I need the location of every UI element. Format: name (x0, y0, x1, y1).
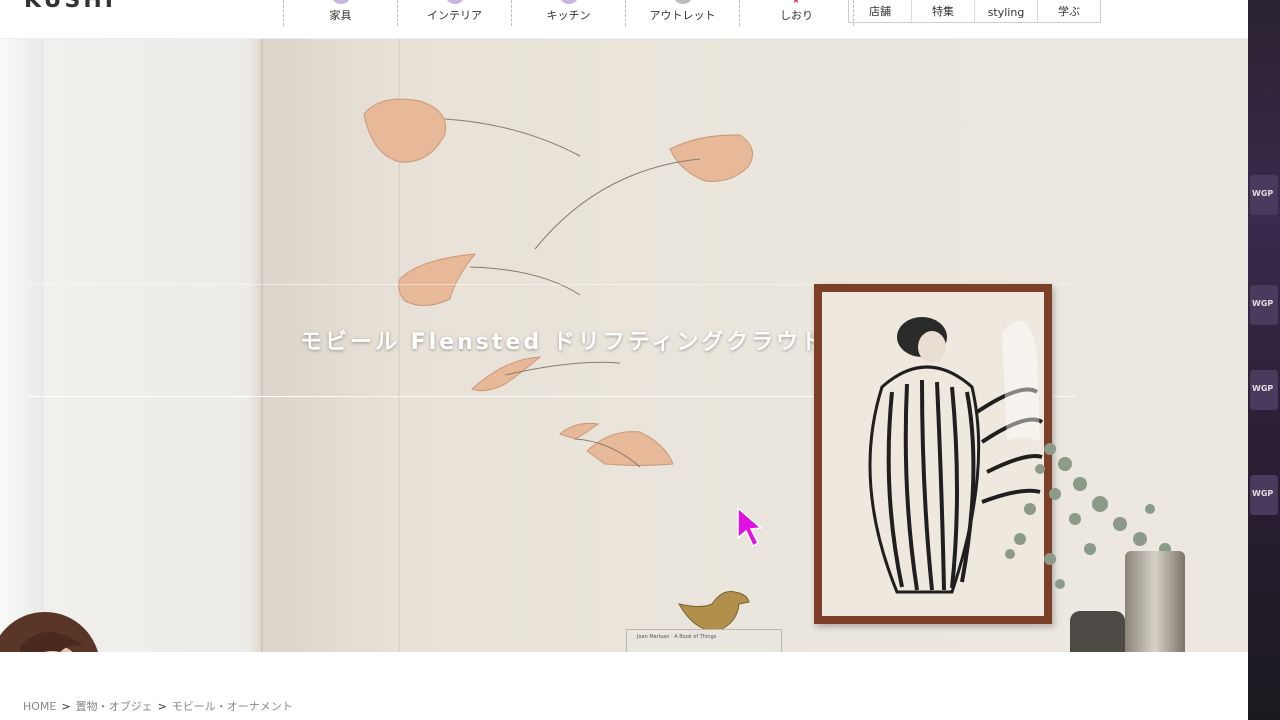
side-tile: WGP (1250, 475, 1278, 515)
nav-item-label: キッチン (546, 9, 591, 22)
vase (1125, 551, 1185, 652)
nav-item-label: styling (987, 6, 1025, 19)
nav-item-label: 家具 (329, 9, 352, 22)
side-tile: WGP (1250, 370, 1278, 410)
cushion-icon (330, 0, 351, 4)
tag-icon (672, 0, 693, 4)
book-spine-text: Joan Marlaan · A Book of Things (637, 634, 717, 640)
side-tile: WGP (1250, 285, 1278, 325)
main-nav: 家具 インテリア キッチン アウトレット ★ しおり (283, 0, 854, 26)
nav-item-kitchen[interactable]: キッチン (511, 0, 625, 26)
mobile-illustration (363, 98, 753, 468)
nav-item-learn[interactable]: 学ぶ (1038, 0, 1100, 22)
nav-item-outlet[interactable]: アウトレット (625, 0, 739, 26)
hero-title: モビール Flensted ドリフティングクラウド (300, 330, 826, 355)
nav-item-feature[interactable]: 特集 (912, 0, 975, 22)
webcam-overlay (0, 612, 98, 652)
nav-item-styling[interactable]: styling (975, 0, 1038, 22)
nav-item-furniture[interactable]: 家具 (283, 0, 397, 26)
bird-figurine (678, 591, 750, 632)
nav-item-store[interactable]: 店舗 (849, 0, 912, 22)
stream-side-panel: WGP WGP WGP WGP (1248, 0, 1280, 720)
breadcrumb-current: モビール・オーナメント (171, 700, 293, 713)
star-icon: ★ (791, 0, 801, 6)
lamp-icon (444, 0, 465, 4)
nav-item-label: 学ぶ (1058, 5, 1080, 18)
breadcrumb: HOME > 置物・オブジェ > モビール・オーナメント (23, 698, 293, 714)
book: Joan Marlaan · A Book of Things (626, 629, 782, 652)
nav-item-label: 特集 (932, 5, 954, 18)
breadcrumb-separator: > (157, 700, 167, 713)
side-tile: WGP (1250, 175, 1278, 215)
hero-banner[interactable]: モビール Flensted ドリフティングクラウド Joan Marlaan ·… (0, 39, 1248, 652)
breadcrumb-home[interactable]: HOME (23, 700, 56, 713)
site-header: KUSHI 家具 インテリア キッチン アウトレット ★ しおり 店舗 特集 s… (0, 0, 1248, 39)
pan-icon (558, 0, 579, 4)
mouse-cursor-icon (737, 506, 762, 548)
breadcrumb-separator: > (61, 700, 71, 713)
nav-item-label: 店舗 (869, 5, 891, 18)
site-logo[interactable]: KUSHI (24, 0, 116, 13)
breadcrumb-category[interactable]: 置物・オブジェ (76, 700, 153, 713)
ceramic-pot (1070, 611, 1125, 652)
nav-item-label: アウトレット (649, 9, 716, 22)
nav-item-label: インテリア (427, 9, 482, 22)
nav-item-interior[interactable]: インテリア (397, 0, 511, 26)
nav-item-bookmark[interactable]: ★ しおり (739, 0, 854, 26)
nav-item-label: しおり (780, 9, 813, 22)
sub-nav: 店舗 特集 styling 学ぶ (848, 0, 1101, 23)
